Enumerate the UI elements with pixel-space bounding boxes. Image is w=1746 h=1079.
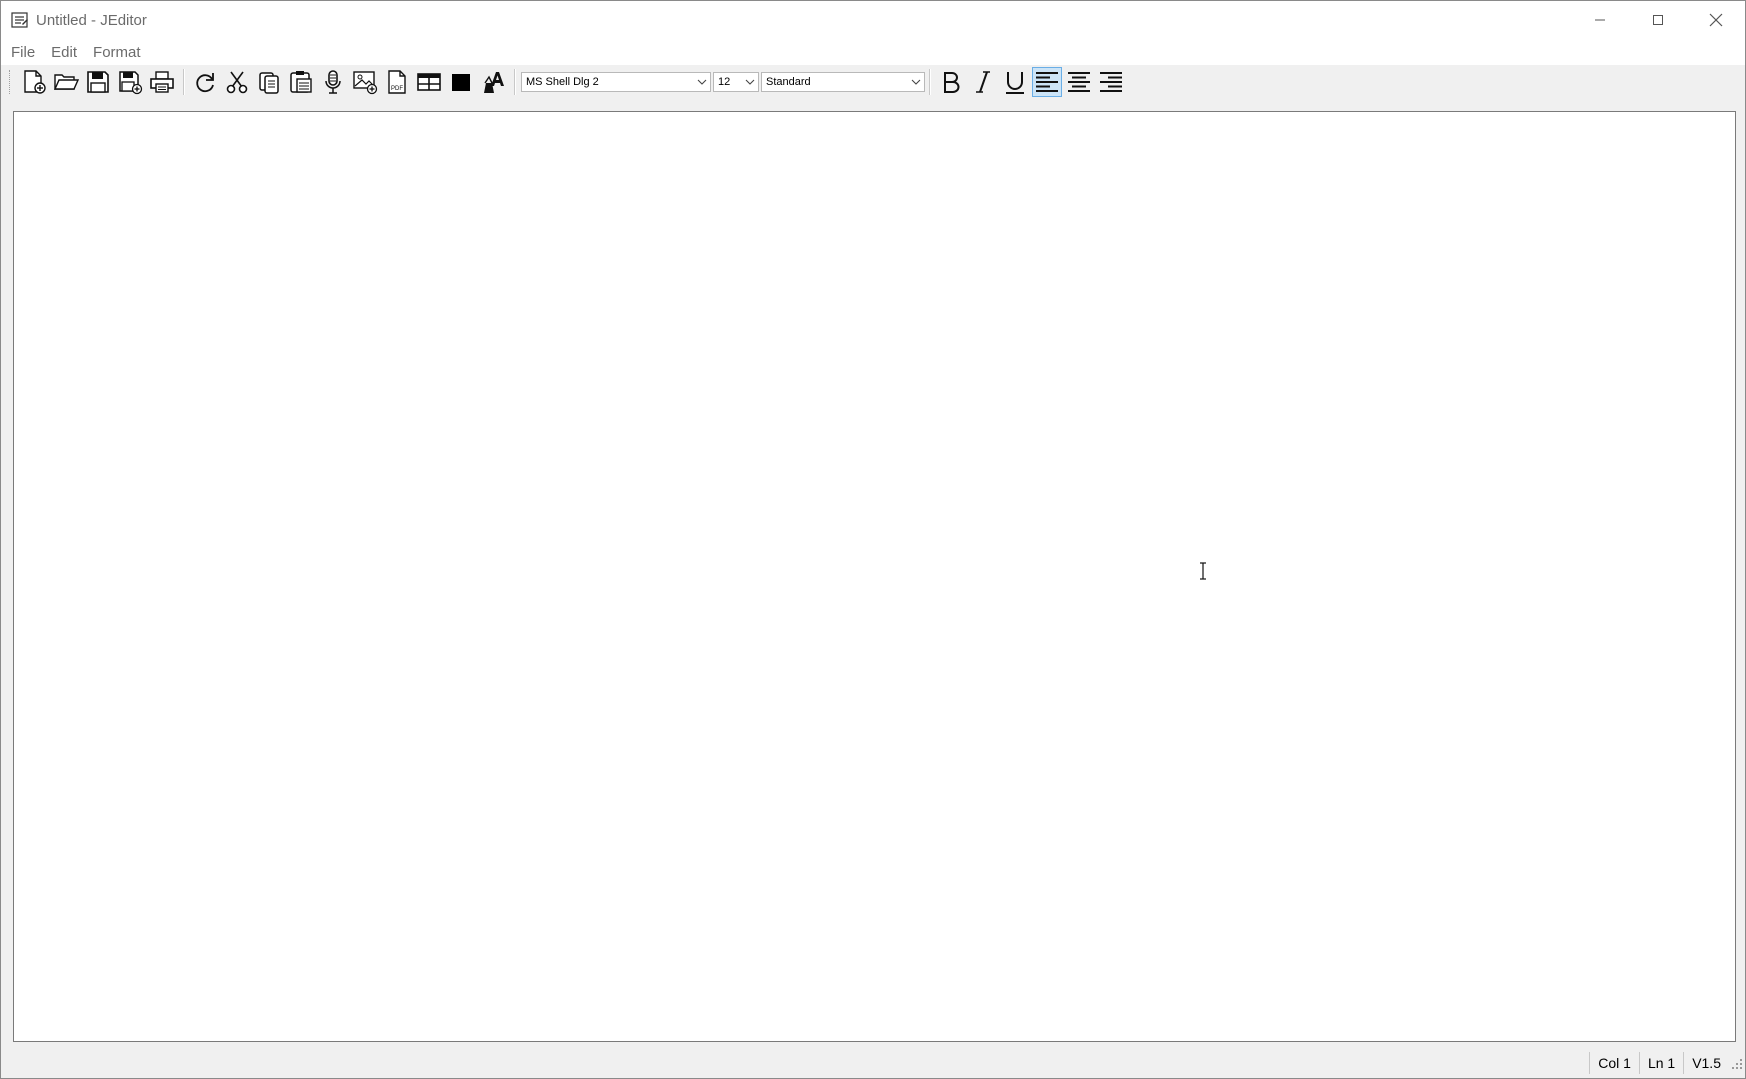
- menu-file[interactable]: File: [5, 44, 41, 61]
- status-column: Col 1: [1589, 1052, 1639, 1074]
- table-icon: [417, 73, 441, 91]
- editor-text-area[interactable]: [13, 111, 1736, 1042]
- font-style-icon: [484, 72, 504, 93]
- font-size-value: 12: [718, 76, 731, 88]
- menu-bar: File Edit Format: [1, 39, 1745, 65]
- status-bar: Col 1 Ln 1 V1.5: [1, 1048, 1745, 1078]
- insert-table-button[interactable]: [414, 67, 444, 97]
- window-controls: [1571, 1, 1745, 39]
- align-left-button[interactable]: [1032, 67, 1062, 97]
- app-window: Untitled - JEditor File Edit Format PDF …: [0, 0, 1746, 1079]
- resize-grip-icon[interactable]: [1729, 1056, 1743, 1070]
- style-value: Standard: [766, 76, 811, 88]
- underline-button[interactable]: [1000, 67, 1030, 97]
- close-button[interactable]: [1687, 1, 1745, 39]
- redo-icon: [196, 73, 214, 93]
- align-right-icon: [1100, 72, 1122, 92]
- open-button[interactable]: [51, 67, 81, 97]
- window-title: Untitled - JEditor: [36, 11, 147, 29]
- title-bar: Untitled - JEditor: [1, 1, 1745, 39]
- align-right-button[interactable]: [1096, 67, 1126, 97]
- toolbar-grip[interactable]: [9, 70, 13, 94]
- status-line: Ln 1: [1638, 1052, 1683, 1074]
- menu-format[interactable]: Format: [87, 44, 147, 61]
- insert-image-button[interactable]: [350, 67, 380, 97]
- align-left-icon: [1036, 72, 1058, 92]
- toolbar-separator: [514, 69, 515, 95]
- cut-icon: [226, 71, 248, 94]
- save-icon: [87, 71, 109, 93]
- italic-button[interactable]: [968, 67, 998, 97]
- svg-text:PDF: PDF: [391, 86, 403, 92]
- bold-button[interactable]: [936, 67, 966, 97]
- copy-button[interactable]: [254, 67, 284, 97]
- bold-icon: [944, 72, 960, 93]
- text-color-button[interactable]: [446, 67, 476, 97]
- microphone-icon: [325, 70, 341, 94]
- close-icon: [1709, 13, 1723, 27]
- pdf-icon: PDF: [388, 70, 406, 94]
- toolbar-separator: [183, 69, 184, 95]
- align-center-icon: [1068, 72, 1090, 92]
- paste-icon: [290, 71, 312, 93]
- font-family-value: MS Shell Dlg 2: [526, 76, 599, 88]
- export-pdf-button[interactable]: PDF: [382, 67, 412, 97]
- minimize-button[interactable]: [1571, 1, 1629, 39]
- menu-edit[interactable]: Edit: [45, 44, 83, 61]
- maximize-button[interactable]: [1629, 1, 1687, 39]
- align-center-button[interactable]: [1064, 67, 1094, 97]
- underline-icon: [1006, 72, 1024, 94]
- toolbar: PDF MS Shell Dlg 2 12 Standard: [1, 65, 1745, 99]
- app-icon: [10, 10, 30, 30]
- cut-button[interactable]: [222, 67, 252, 97]
- insert-image-icon: [353, 71, 378, 95]
- status-version: V1.5: [1683, 1052, 1729, 1074]
- print-button[interactable]: [147, 67, 177, 97]
- save-all-icon: [119, 71, 143, 95]
- font-style-button[interactable]: [478, 67, 508, 97]
- minimize-icon: [1595, 19, 1605, 21]
- new-document-button[interactable]: [19, 67, 49, 97]
- toolbar-separator: [929, 69, 930, 95]
- chevron-down-icon: [742, 73, 758, 91]
- chevron-down-icon: [908, 73, 924, 91]
- microphone-button[interactable]: [318, 67, 348, 97]
- style-select[interactable]: Standard: [761, 72, 925, 92]
- maximize-icon: [1653, 15, 1663, 25]
- copy-icon: [259, 72, 279, 94]
- open-folder-icon: [53, 74, 79, 90]
- paste-button[interactable]: [286, 67, 316, 97]
- italic-icon: [976, 71, 990, 93]
- print-icon: [150, 71, 174, 93]
- color-icon: [452, 74, 470, 91]
- font-size-select[interactable]: 12: [713, 72, 759, 92]
- save-button[interactable]: [83, 67, 113, 97]
- redo-button[interactable]: [190, 67, 220, 97]
- font-family-select[interactable]: MS Shell Dlg 2: [521, 72, 711, 92]
- save-all-button[interactable]: [115, 67, 145, 97]
- new-document-icon: [24, 70, 46, 94]
- text-cursor-icon: [1198, 562, 1208, 580]
- chevron-down-icon: [694, 73, 710, 91]
